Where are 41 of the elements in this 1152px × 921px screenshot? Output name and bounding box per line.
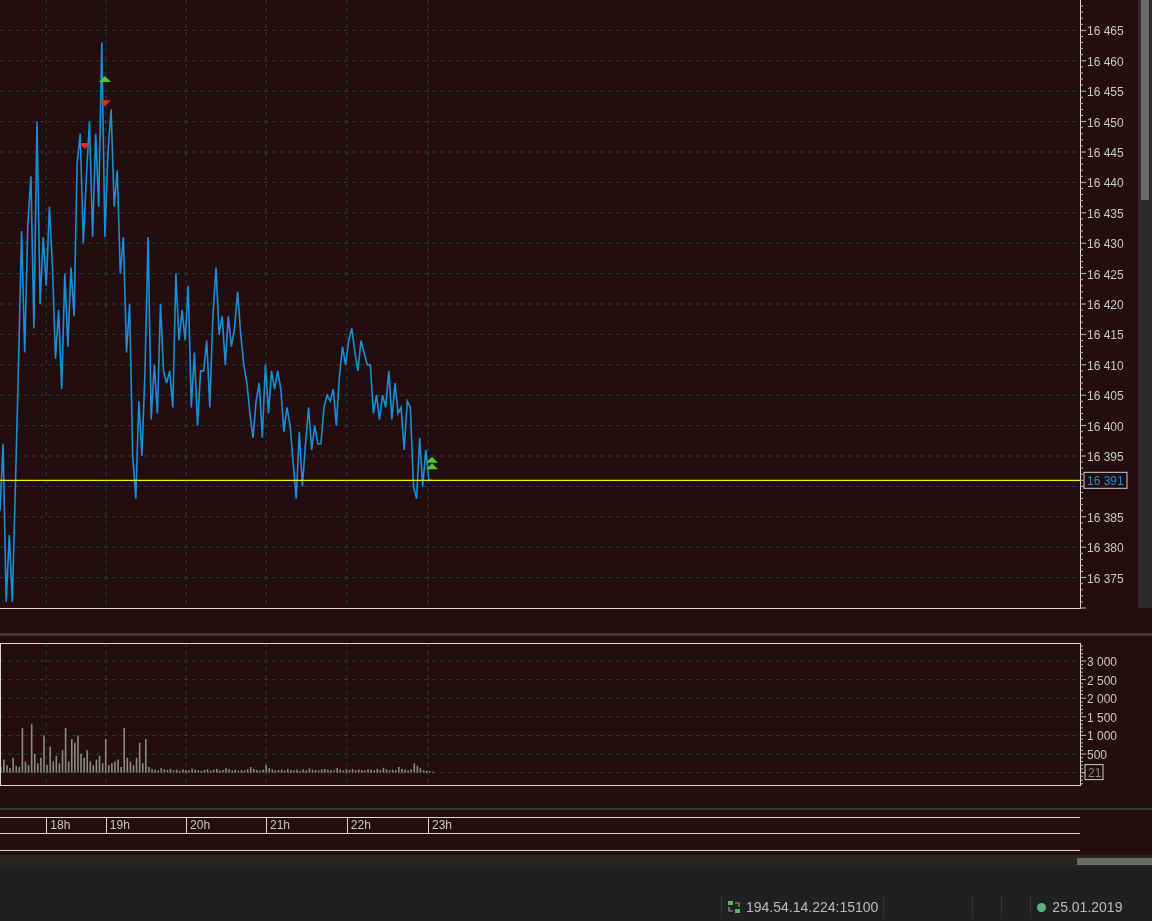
- axis-label: 16 430: [1087, 237, 1124, 252]
- axis-label: 16 410: [1087, 358, 1124, 373]
- time-label: 22h: [346, 818, 371, 833]
- time-label: 19h: [105, 818, 130, 833]
- axis-label: 2 500: [1087, 673, 1118, 688]
- axis-label: 16 375: [1087, 571, 1124, 586]
- axis-label: 16 435: [1087, 206, 1124, 221]
- horizontal-scrollbar-thumb[interactable]: [1077, 857, 1152, 865]
- volume-tag: 21: [1084, 764, 1104, 781]
- axis-label: 500: [1087, 748, 1108, 762]
- axis-label: 16 385: [1087, 510, 1124, 525]
- axis-label: 16 450: [1087, 115, 1124, 130]
- time-label: 18h: [46, 818, 71, 833]
- vertical-scrollbar[interactable]: [1138, 0, 1152, 608]
- scrollbar-thumb[interactable]: [1141, 0, 1149, 200]
- network-icon: [727, 900, 741, 914]
- axis-label: 16 465: [1087, 24, 1124, 39]
- up-triangle-marker: [98, 76, 111, 83]
- axis-label: 2 000: [1087, 692, 1118, 707]
- axis-label: 3 000: [1087, 655, 1118, 669]
- time-label: 21h: [266, 818, 290, 833]
- down-triangle-marker: [78, 142, 91, 149]
- down-triangle-marker: [98, 100, 111, 107]
- axis-label: 16 425: [1087, 267, 1124, 282]
- axis-label: 16 380: [1087, 541, 1124, 556]
- axis-label: 16 405: [1087, 389, 1124, 404]
- date-label: 25.01.2019: [1052, 897, 1123, 917]
- time-label: 23h: [428, 818, 452, 833]
- axis-label: 1 500: [1087, 710, 1118, 725]
- price-tag: 16 391: [1083, 471, 1128, 489]
- axis-label: 16 455: [1087, 85, 1124, 100]
- axis-label: 16 395: [1087, 450, 1124, 464]
- server-address: 194.54.14.224:15100: [746, 897, 879, 917]
- axis-label: 16 445: [1087, 146, 1124, 160]
- axis-label: 16 400: [1087, 419, 1124, 434]
- axis-label: 16 460: [1087, 54, 1124, 69]
- axis-label: 16 415: [1087, 328, 1124, 343]
- axis-label: 16 440: [1087, 176, 1124, 191]
- time-label: 20h: [186, 818, 211, 833]
- axis-label: 16 420: [1087, 298, 1124, 312]
- axis-label: 1 000: [1087, 729, 1118, 744]
